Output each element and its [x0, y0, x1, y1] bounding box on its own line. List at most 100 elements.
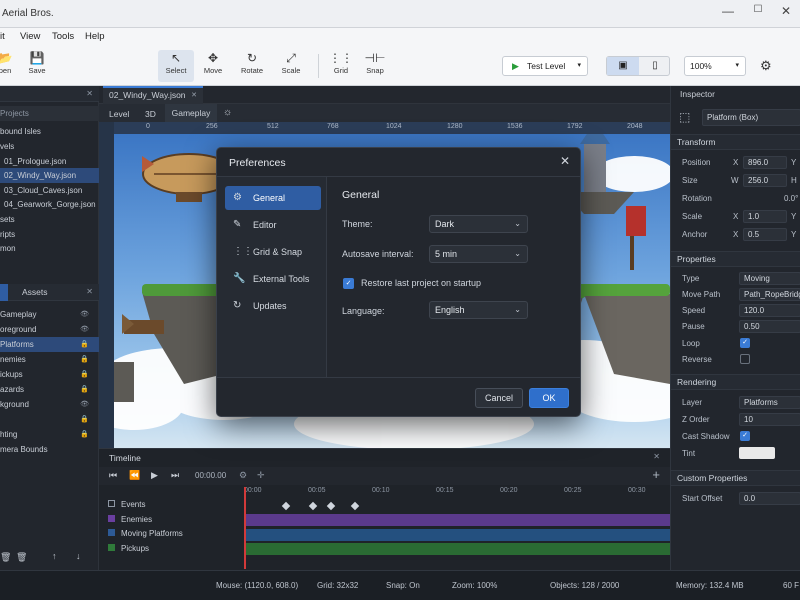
properties-section[interactable]: Properties	[671, 251, 800, 267]
transform-section[interactable]: Transform	[671, 134, 800, 150]
delete-icon[interactable]: 🗑	[0, 552, 11, 563]
rotation-value[interactable]: 0.0°	[784, 194, 798, 203]
close-icon[interactable]: ✕	[86, 287, 93, 296]
minimize-button[interactable]: —	[718, 4, 738, 18]
scale-x-field[interactable]: 1.0	[743, 210, 787, 223]
layer-item-selected[interactable]: Platforms 🔒	[0, 337, 99, 352]
keyframe[interactable]	[326, 501, 336, 511]
tree-item[interactable]: bound Isles	[0, 124, 99, 139]
close-icon[interactable]: ✕	[653, 452, 660, 461]
close-icon[interactable]: ✕	[191, 88, 197, 103]
tab-3d[interactable]: 3D	[145, 109, 156, 119]
nav-updates[interactable]: ↻ Updates	[225, 294, 321, 318]
grid-toggle-button[interactable]: ⋮⋮ Grid	[328, 50, 354, 82]
nav-grid-snap[interactable]: ⋮⋮ Grid & Snap	[225, 240, 321, 264]
layer-item[interactable]: 🔒	[0, 412, 99, 427]
layer-item[interactable]: azards 🔒	[0, 382, 99, 397]
close-window-button[interactable]: ✕	[776, 4, 796, 18]
nav-editor[interactable]: ✎ Editor	[225, 213, 321, 237]
track-label[interactable]: Moving Platforms	[108, 529, 183, 543]
tree-item[interactable]: 04_Gearwork_Gorge.json	[0, 197, 99, 212]
lock-icon[interactable]: 🔒	[80, 382, 89, 397]
sun-icon[interactable]: ☼	[223, 107, 232, 118]
track-label[interactable]: Events	[108, 500, 145, 514]
tint-swatch[interactable]	[739, 447, 775, 459]
tree-item[interactable]: 03_Cloud_Caves.json	[0, 183, 99, 198]
zoom-dropdown[interactable]: 100% ▾	[684, 56, 746, 76]
eye-icon[interactable]: 👁	[80, 397, 89, 412]
select-tool-button[interactable]: ↖ Select	[158, 50, 194, 82]
trash-icon[interactable]: 🗑	[16, 552, 27, 563]
scale-tool-button[interactable]: ⤢ Scale	[276, 50, 306, 82]
keyframe[interactable]	[281, 501, 291, 511]
nav-external-tools[interactable]: 🔧 External Tools	[225, 267, 321, 291]
maximize-button[interactable]: ☐	[748, 4, 768, 15]
skip-start-icon[interactable]: ⏮	[109, 470, 117, 481]
mobile-view-icon[interactable]: ▯	[639, 57, 671, 75]
restore-checkbox[interactable]: ✓	[343, 278, 354, 289]
desktop-view-icon[interactable]: ▣	[607, 57, 639, 75]
tree-item[interactable]: ripts	[0, 227, 99, 242]
position-x-field[interactable]: 896.0	[743, 156, 787, 169]
layer-item[interactable]: hting 🔒	[0, 427, 99, 442]
move-down-icon[interactable]: ↓	[76, 551, 81, 561]
keyframe[interactable]	[308, 501, 318, 511]
move-path-dropdown[interactable]: Path_RopeBridge	[739, 288, 800, 301]
lock-icon[interactable]: 🔒	[80, 412, 89, 427]
playhead[interactable]	[244, 487, 246, 569]
keyframe[interactable]	[350, 501, 360, 511]
layer-item[interactable]: nemies 🔒	[0, 352, 99, 367]
rendering-section[interactable]: Rendering	[671, 374, 800, 390]
track-label[interactable]: Pickups	[108, 544, 149, 558]
layer-item[interactable]: mera Bounds	[0, 442, 99, 457]
assets-tab[interactable]: Assets	[22, 287, 48, 297]
cast-shadow-checkbox[interactable]: ✓	[740, 431, 750, 441]
rewind-icon[interactable]: ⏪	[129, 470, 140, 481]
reverse-checkbox[interactable]	[740, 354, 750, 364]
object-name-field[interactable]: Platform (Box)	[702, 109, 800, 126]
loop-checkbox[interactable]: ✓	[740, 338, 750, 348]
lock-icon[interactable]: 🔒	[80, 352, 89, 367]
nav-general[interactable]: ⚙ General	[225, 186, 321, 210]
settings-icon[interactable]: ⚙	[239, 470, 247, 481]
lock-icon[interactable]: 🔒	[80, 427, 89, 442]
layers-tab[interactable]	[0, 284, 8, 301]
close-icon[interactable]: ✕	[86, 89, 93, 98]
file-tab[interactable]: 02_Windy_Way.json ✕	[103, 86, 203, 104]
lock-icon[interactable]: 🔒	[80, 337, 89, 352]
size-w-field[interactable]: 256.0	[743, 174, 787, 187]
menu-help[interactable]: Help	[85, 31, 105, 42]
tree-item[interactable]: mon	[0, 241, 99, 256]
menu-tools[interactable]: Tools	[52, 31, 74, 42]
type-dropdown[interactable]: Moving	[739, 272, 800, 285]
close-icon[interactable]: ✕	[560, 154, 570, 168]
project-search[interactable]: Projects	[0, 106, 99, 121]
autosave-dropdown[interactable]: 5 min ⌄	[429, 245, 528, 263]
test-level-button[interactable]: ▶ Test Level ▾	[502, 56, 588, 76]
cancel-button[interactable]: Cancel	[475, 388, 523, 408]
speed-field[interactable]: 120.0	[739, 304, 800, 317]
language-dropdown[interactable]: English ⌄	[429, 301, 528, 319]
move-tool-button[interactable]: ✥ Move	[198, 50, 228, 82]
z-order-field[interactable]: 10	[739, 413, 800, 426]
layer-item[interactable]: kground 👁	[0, 397, 99, 412]
layer-dropdown[interactable]: Platforms	[739, 396, 800, 409]
layer-item[interactable]: oreground 👁	[0, 322, 99, 337]
tab-level[interactable]: Level	[109, 109, 129, 119]
start-offset-field[interactable]: 0.0	[739, 492, 800, 505]
tab-gameplay[interactable]: Gameplay	[165, 104, 217, 122]
menu-view[interactable]: View	[20, 31, 40, 42]
add-track-icon[interactable]: +	[652, 467, 660, 482]
tree-item[interactable]: vels	[0, 139, 99, 154]
save-button[interactable]: 💾 Save	[24, 50, 50, 82]
pause-field[interactable]: 0.50	[739, 320, 800, 333]
tree-item[interactable]: sets	[0, 212, 99, 227]
rotate-tool-button[interactable]: ↻ Rotate	[236, 50, 268, 82]
menu-edit[interactable]: it	[0, 31, 5, 42]
layer-item[interactable]: Gameplay 👁	[0, 307, 99, 322]
snap-toggle-button[interactable]: ⊣⊢ Snap	[362, 50, 388, 82]
crosshair-icon[interactable]: ✛	[257, 470, 265, 481]
skip-end-icon[interactable]: ⏭	[171, 470, 179, 481]
gear-icon[interactable]: ⚙	[760, 58, 772, 74]
track-label[interactable]: Enemies	[108, 515, 152, 529]
